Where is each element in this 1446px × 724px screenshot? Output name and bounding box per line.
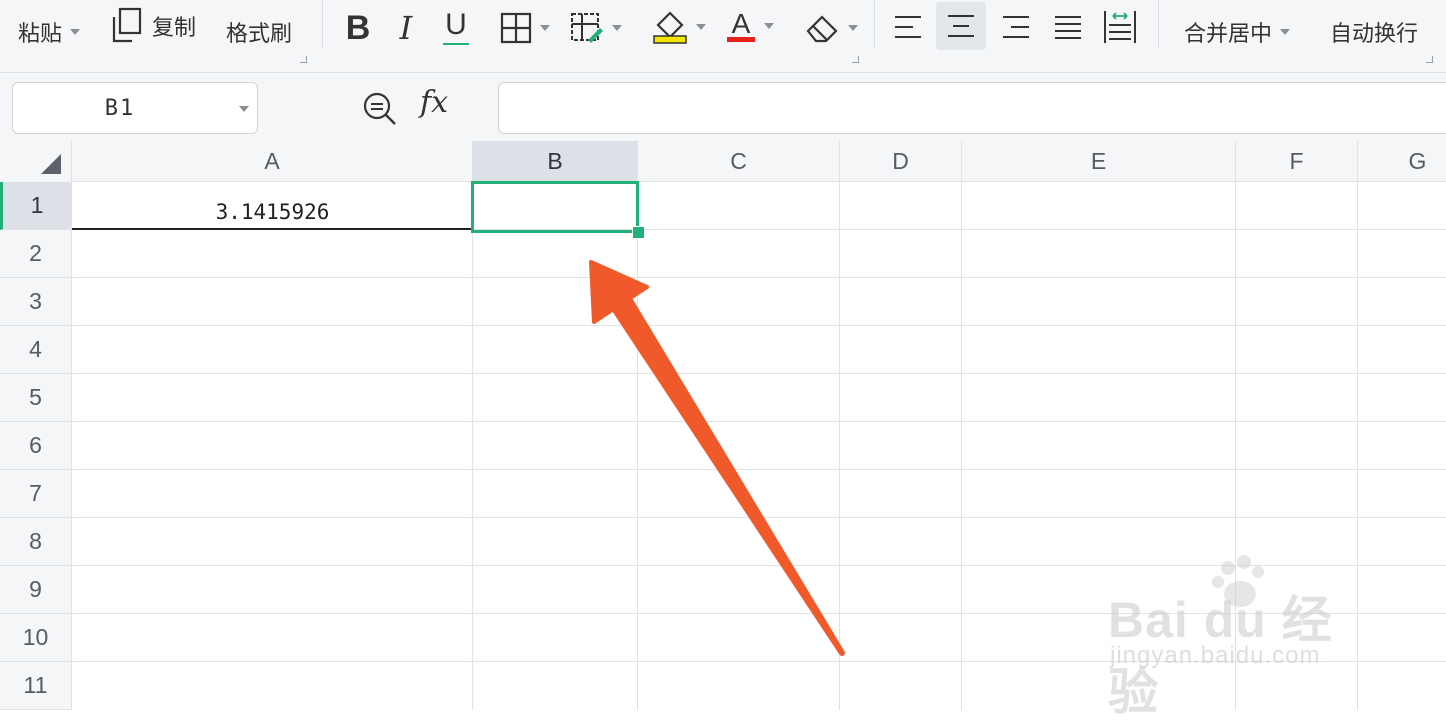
column-header-g[interactable]: G — [1358, 141, 1446, 182]
name-box-value: B1 — [104, 95, 136, 121]
alignment-group-expand-icon[interactable] — [1426, 56, 1433, 63]
cell-b1-selected[interactable] — [471, 181, 639, 233]
grid-line — [839, 182, 840, 710]
align-center-icon — [948, 15, 974, 37]
underline-bar — [443, 43, 469, 45]
italic-icon: I — [399, 9, 413, 47]
cell-style-button[interactable] — [570, 10, 622, 46]
underline-icon: U — [445, 8, 467, 41]
name-box-dropdown-icon[interactable] — [239, 106, 249, 112]
column-header-e[interactable]: E — [962, 141, 1236, 182]
row-header-5[interactable]: 5 — [0, 374, 72, 422]
align-right-button[interactable] — [994, 4, 1038, 50]
italic-button[interactable]: I — [386, 6, 426, 50]
align-right-icon — [1003, 16, 1029, 38]
merge-center-button[interactable]: 合并居中 — [1184, 12, 1291, 52]
copy-icon — [112, 7, 142, 43]
fill-handle[interactable] — [632, 226, 645, 239]
fill-color-button[interactable] — [652, 8, 706, 46]
borders-button[interactable] — [500, 10, 550, 46]
row-header-1[interactable]: 1 — [0, 182, 72, 230]
paste-label: 粘贴 — [18, 22, 63, 47]
font-color-dropdown-icon[interactable] — [764, 23, 774, 29]
paste-dropdown-icon[interactable] — [70, 29, 81, 35]
merge-center-dropdown-icon[interactable] — [1280, 29, 1291, 35]
baidu-watermark: Bai du 经验 jingyan.baidu.com — [1108, 555, 1368, 720]
wrap-text-button[interactable]: 自动换行 — [1330, 12, 1418, 52]
row-header-9[interactable]: 9 — [0, 566, 72, 614]
font-color-button[interactable]: A — [726, 6, 774, 46]
name-box[interactable]: B1 — [12, 82, 258, 134]
column-header-d[interactable]: D — [840, 141, 962, 182]
grid-line — [961, 182, 962, 710]
row-header-7[interactable]: 7 — [0, 470, 72, 518]
fx-icon[interactable]: fx — [420, 85, 448, 120]
column-header-a[interactable]: A — [72, 141, 473, 182]
cell-style-icon — [571, 13, 603, 43]
ribbon-toolbar: 粘贴 复制 格式刷 B I U A 合并居中 自动换行 — [0, 0, 1446, 73]
row-header-10[interactable]: 10 — [0, 614, 72, 662]
grid-line — [472, 182, 473, 710]
column-header-c[interactable]: C — [638, 141, 840, 182]
cell-a1[interactable]: 3.1415926 — [72, 182, 473, 230]
zoom-search-icon[interactable] — [360, 89, 400, 129]
format-painter-button[interactable]: 格式刷 — [226, 12, 292, 52]
align-left-button[interactable] — [886, 4, 930, 50]
column-header-f[interactable]: F — [1236, 141, 1358, 182]
grid-line — [72, 421, 1446, 422]
font-group-expand-icon[interactable] — [852, 56, 859, 63]
formula-bar: B1 fx — [0, 73, 1446, 141]
align-center-button[interactable] — [936, 2, 986, 50]
formula-input[interactable] — [498, 82, 1446, 134]
grid-line — [637, 182, 638, 710]
cell-style-dropdown-icon[interactable] — [612, 25, 622, 31]
copy-button[interactable]: 复制 — [110, 6, 196, 46]
grid-line — [72, 373, 1446, 374]
fill-color-dropdown-icon[interactable] — [696, 24, 706, 30]
paste-button[interactable]: 粘贴 — [18, 12, 81, 52]
row-header-11[interactable]: 11 — [0, 662, 72, 710]
copy-label: 复制 — [152, 16, 197, 41]
row-header-4[interactable]: 4 — [0, 326, 72, 374]
fill-bucket-icon — [653, 11, 687, 44]
justify-button[interactable] — [1046, 4, 1090, 50]
grid-line — [72, 517, 1446, 518]
eraser-icon — [806, 15, 838, 43]
borders-dropdown-icon[interactable] — [540, 25, 550, 31]
separator — [322, 0, 323, 48]
watermark-url: jingyan.baidu.com — [1110, 642, 1321, 669]
borders-icon — [500, 12, 532, 44]
bold-icon: B — [345, 8, 371, 47]
format-painter-label: 格式刷 — [226, 22, 293, 47]
justify-icon — [1055, 16, 1081, 39]
select-all-corner[interactable] — [0, 141, 72, 183]
align-left-icon — [895, 16, 921, 38]
row-header-8[interactable]: 8 — [0, 518, 72, 566]
row-header-2[interactable]: 2 — [0, 230, 72, 278]
bold-button[interactable]: B — [338, 6, 378, 50]
separator — [874, 0, 875, 48]
grid-line — [72, 469, 1446, 470]
column-header-b[interactable]: B — [473, 141, 638, 182]
row-header-3[interactable]: 3 — [0, 278, 72, 326]
underline-button[interactable]: U — [436, 4, 476, 50]
clear-format-button[interactable] — [804, 10, 858, 46]
clipboard-group-expand-icon[interactable] — [300, 56, 307, 63]
distribute-button[interactable] — [1098, 4, 1142, 50]
select-all-icon — [41, 154, 61, 174]
distribute-icon — [1104, 11, 1136, 43]
grid-line — [72, 277, 1446, 278]
grid-line — [72, 325, 1446, 326]
wrap-text-label: 自动换行 — [1330, 22, 1419, 47]
merge-center-label: 合并居中 — [1184, 22, 1273, 47]
svg-text:A: A — [732, 8, 751, 39]
clear-format-dropdown-icon[interactable] — [848, 25, 858, 31]
row-header-6[interactable]: 6 — [0, 422, 72, 470]
separator — [1158, 0, 1159, 48]
font-color-icon: A — [727, 8, 755, 42]
